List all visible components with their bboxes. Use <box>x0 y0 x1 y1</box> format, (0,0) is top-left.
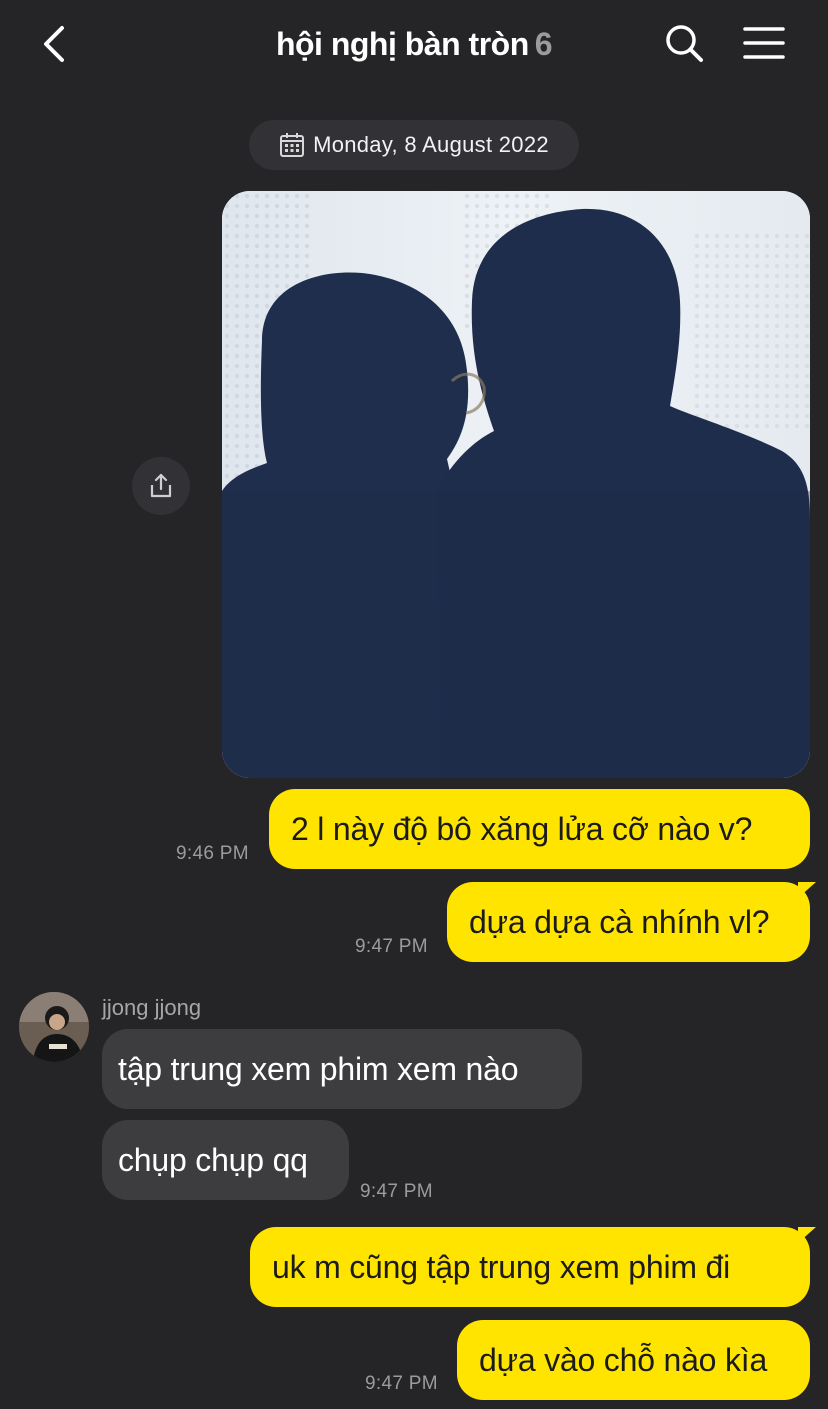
share-button[interactable] <box>132 457 190 515</box>
member-count: 6 <box>534 26 553 62</box>
message-bubble[interactable]: tập trung xem phim xem nào <box>102 1029 582 1109</box>
message-time: 9:46 PM <box>176 843 249 864</box>
share-icon <box>150 473 172 498</box>
message-text: uk m cũng tập trung xem phim đi <box>272 1248 731 1285</box>
message-text: tập trung xem phim xem nào <box>118 1050 519 1087</box>
message-time: 9:47 PM <box>360 1181 433 1202</box>
message-time: 9:47 PM <box>365 1373 438 1394</box>
sender-name: jjong jjong <box>102 995 202 1020</box>
message-text: dựa vào chỗ nào kìa <box>479 1341 768 1378</box>
menu-button[interactable] <box>741 24 787 64</box>
message-time: 9:47 PM <box>355 936 428 957</box>
message-bubble[interactable]: dựa vào chỗ nào kìa <box>457 1320 810 1400</box>
avatar-image <box>19 992 89 1062</box>
message-bubble[interactable]: chụp chụp qq <box>102 1120 349 1200</box>
calendar-icon <box>280 133 305 157</box>
message-bubble[interactable]: dựa dựa cà nhính vl? <box>447 882 810 962</box>
silhouette-photo <box>222 191 810 778</box>
search-button[interactable] <box>663 22 705 64</box>
hamburger-menu-icon <box>743 27 785 59</box>
message-bubble[interactable]: uk m cũng tập trung xem phim đi <box>250 1227 810 1307</box>
message-text: 2 l này độ bô xăng lửa cỡ nào v? <box>291 810 753 847</box>
date-divider: Monday, 8 August 2022 <box>249 120 579 170</box>
chat-title-text: hội nghị bàn tròn <box>275 26 529 62</box>
shared-photo[interactable] <box>222 191 810 778</box>
message-text: chụp chụp qq <box>118 1141 308 1178</box>
message-bubble[interactable]: 2 l này độ bô xăng lửa cỡ nào v? <box>269 789 810 869</box>
avatar[interactable] <box>19 992 89 1062</box>
search-icon <box>666 25 703 62</box>
message-text: dựa dựa cà nhính vl? <box>469 903 770 940</box>
date-label: Monday, 8 August 2022 <box>313 132 549 157</box>
